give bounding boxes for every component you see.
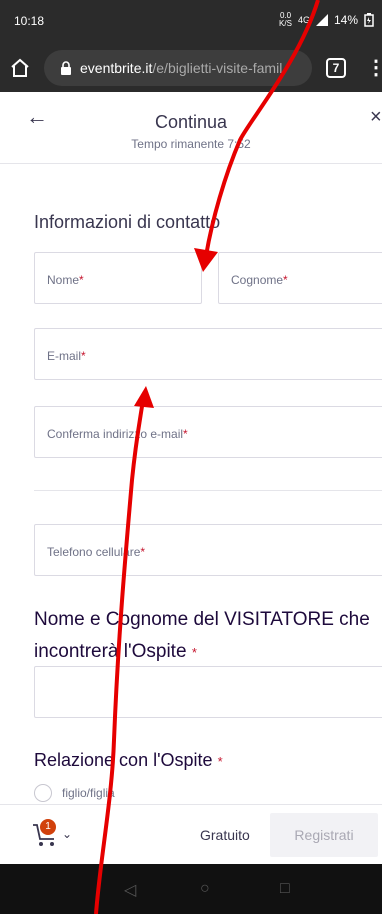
battery-percent: 14% — [333, 13, 358, 27]
battery-icon — [364, 13, 374, 27]
required-mark: * — [81, 349, 86, 363]
mobile-phone-field[interactable]: Telefono cellulare* — [34, 524, 382, 576]
chevron-down-icon[interactable]: ⌄ — [62, 827, 72, 841]
mobile-phone-label: Telefono cellulare* — [47, 545, 145, 559]
last-name-text: Cognome — [231, 273, 284, 287]
nav-recents-icon[interactable]: □ — [280, 880, 290, 898]
email-label: E-mail* — [47, 349, 86, 363]
time-remaining: Tempo rimanente 7:52 — [131, 137, 251, 151]
divider — [34, 490, 382, 491]
first-name-label: Nome* — [47, 273, 84, 287]
url-domain: eventbrite.it — [80, 60, 153, 76]
cart-count-badge: 1 — [40, 819, 56, 835]
android-nav-bar: ◁ ○ □ — [0, 864, 382, 914]
relation-title-text: Relazione con l'Ospite — [34, 750, 213, 770]
required-mark: * — [79, 273, 84, 287]
visitor-name-question: Nome e Cognome del VISITATORE che incont… — [34, 604, 370, 669]
mobile-phone-text: Telefono cellulare — [47, 545, 141, 559]
required-mark: * — [283, 273, 288, 287]
required-mark: * — [191, 645, 197, 660]
confirm-email-text: Conferma indirizzo e-mail — [47, 427, 184, 441]
visitor-question-line1: Nome e Cognome del VISITATORE che — [34, 609, 370, 630]
visitor-name-input[interactable] — [34, 666, 382, 718]
confirm-email-field[interactable]: Conferma indirizzo e-mail* — [34, 406, 382, 458]
checkout-footer: 1 ⌄ Gratuito Registrati — [0, 804, 382, 864]
url-path: /e/biglietti-visite-famil — [152, 60, 283, 76]
visitor-question-line2-text: incontrerà l'Ospite — [34, 641, 187, 662]
lock-icon — [61, 61, 71, 75]
annotation-arrowhead-up — [134, 386, 154, 408]
radio-button[interactable] — [34, 784, 52, 802]
required-mark: * — [183, 427, 188, 441]
email-field[interactable]: E-mail* — [34, 328, 382, 380]
confirm-email-label: Conferma indirizzo e-mail* — [47, 427, 188, 441]
visitor-question-line2: incontrerà l'Ospite * — [34, 636, 370, 669]
required-mark: * — [217, 754, 223, 769]
status-icons: 0.0 K/S 4G 14% — [279, 12, 374, 28]
first-name-field[interactable]: Nome* — [34, 252, 202, 304]
checkout-header: ← Continua Tempo rimanente 7:52 × — [0, 92, 382, 164]
radio-option-figlio[interactable]: figlio/figlia — [34, 784, 115, 802]
tab-switcher-button[interactable]: 7 — [326, 58, 346, 78]
close-icon[interactable]: × — [370, 106, 382, 129]
status-time: 10:18 — [14, 14, 45, 28]
email-text: E-mail — [47, 349, 82, 363]
last-name-field[interactable]: Cognome* — [218, 252, 382, 304]
last-name-label: Cognome* — [231, 273, 288, 287]
nav-back-icon[interactable]: ◁ — [124, 880, 136, 900]
price-label: Gratuito — [200, 827, 250, 843]
signal-bars-icon — [315, 14, 328, 26]
register-button[interactable]: Registrati — [270, 813, 378, 857]
browser-toolbar: eventbrite.it/e/biglietti-visite-famil 7… — [0, 44, 382, 92]
page-title: Continua — [154, 112, 228, 132]
required-mark: * — [140, 545, 146, 559]
network-speed: 0.0 K/S — [279, 12, 292, 28]
address-bar[interactable]: eventbrite.it/e/biglietti-visite-famil — [44, 50, 312, 86]
network-speed-unit: K/S — [279, 19, 292, 28]
nav-home-icon[interactable]: ○ — [200, 880, 210, 898]
home-icon[interactable] — [8, 56, 32, 80]
radio-option-label: figlio/figlia — [62, 786, 115, 800]
relation-title: Relazione con l'Ospite * — [34, 744, 223, 778]
signal-icon: 4G — [297, 15, 310, 25]
browser-menu-icon[interactable]: ⋮ — [366, 56, 382, 80]
first-name-text: Nome — [47, 273, 80, 287]
contact-section-title: Informazioni di contatto — [34, 212, 221, 232]
status-bar: 10:18 0.0 K/S 4G 14% — [0, 0, 382, 44]
